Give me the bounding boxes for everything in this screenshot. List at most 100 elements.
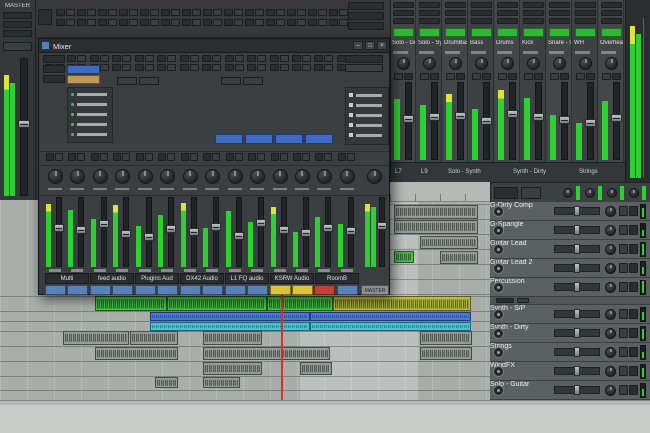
pan-knob[interactable] (605, 385, 616, 396)
volume-fader[interactable] (146, 197, 152, 267)
volume-fader-cap[interactable] (99, 220, 109, 228)
channel-chip[interactable] (213, 9, 222, 16)
channel-chip[interactable] (287, 9, 296, 16)
strip-mini-button[interactable] (91, 153, 99, 161)
volume-fader-cap[interactable] (301, 229, 311, 237)
strip-chip[interactable] (419, 18, 440, 24)
channel-tag[interactable] (247, 285, 268, 295)
pan-knob[interactable] (397, 57, 410, 70)
record-arm-button[interactable] (493, 328, 504, 339)
pan-knob[interactable] (205, 169, 220, 184)
volume-fader[interactable] (101, 197, 107, 267)
pan-knob[interactable] (605, 244, 616, 255)
solo-button[interactable] (534, 73, 543, 80)
pan-knob[interactable] (160, 169, 175, 184)
mute-button[interactable] (619, 385, 628, 395)
volume-slider-cap[interactable] (574, 244, 580, 254)
channel-chip[interactable] (270, 55, 279, 62)
channel-chip[interactable] (339, 9, 348, 16)
channel-chip[interactable] (108, 9, 117, 16)
channel-chip[interactable] (77, 9, 86, 16)
channel-chip[interactable] (302, 55, 311, 62)
mute-button[interactable] (619, 206, 628, 216)
pan-knob[interactable] (605, 347, 616, 358)
channel-chip[interactable] (119, 19, 128, 26)
channel-chip[interactable] (247, 64, 256, 71)
channel-chip[interactable] (314, 55, 323, 62)
fx-list-item[interactable] (77, 123, 107, 126)
channel-tag[interactable] (90, 285, 111, 295)
volume-slider-cap[interactable] (574, 385, 580, 395)
media-item[interactable] (310, 312, 471, 321)
volume-fader-cap[interactable] (234, 232, 244, 240)
pan-knob[interactable] (605, 57, 618, 70)
solo-button[interactable] (629, 309, 638, 319)
solo-button[interactable] (612, 73, 621, 80)
strip-mini-button[interactable] (271, 153, 279, 161)
pan-knob[interactable] (115, 169, 130, 184)
media-item[interactable] (440, 251, 478, 264)
channel-chip[interactable] (180, 55, 189, 62)
strip-mini-button[interactable] (77, 153, 85, 161)
minimize-button[interactable]: – (353, 41, 363, 50)
strip-chip[interactable] (419, 10, 440, 16)
strip-chip[interactable] (497, 18, 518, 24)
sub-chip[interactable] (521, 187, 541, 199)
volume-slider-cap[interactable] (574, 347, 580, 357)
strip-mini-button[interactable] (46, 153, 54, 161)
input-armed-indicator[interactable] (419, 28, 440, 37)
pan-knob[interactable] (605, 328, 616, 339)
channel-chip[interactable] (167, 64, 176, 71)
channel-chip[interactable] (324, 55, 333, 62)
volume-fader-cap[interactable] (585, 119, 596, 127)
volume-slider-cap[interactable] (574, 309, 580, 319)
solo-button[interactable] (629, 282, 638, 292)
volume-fader-cap[interactable] (559, 116, 570, 124)
channel-chip[interactable] (280, 64, 289, 71)
lane-chip[interactable] (496, 298, 514, 303)
strip-chip[interactable] (601, 10, 622, 16)
channel-chip[interactable] (266, 19, 275, 26)
channel-chip[interactable] (100, 55, 109, 62)
volume-slider-cap[interactable] (574, 225, 580, 235)
pan-knob[interactable] (228, 169, 243, 184)
param-chip[interactable] (117, 77, 137, 85)
solo-button[interactable] (586, 73, 595, 80)
pan-knob[interactable] (48, 169, 63, 184)
channel-chip[interactable] (112, 55, 121, 62)
channel-chip[interactable] (190, 64, 199, 71)
close-button[interactable]: × (377, 41, 387, 50)
solo-button[interactable] (629, 366, 638, 376)
channel-chip[interactable] (140, 9, 149, 16)
channel-chip[interactable] (98, 19, 107, 26)
master-chip[interactable] (43, 65, 65, 73)
pan-knob[interactable] (527, 57, 540, 70)
channel-chip[interactable] (157, 64, 166, 71)
channel-chip[interactable] (202, 55, 211, 62)
media-item[interactable] (150, 322, 310, 331)
channel-chip[interactable] (77, 19, 86, 26)
channel-chip[interactable] (270, 64, 279, 71)
strip-mini-button[interactable] (203, 153, 211, 161)
strip-chip[interactable] (445, 2, 466, 8)
mixer-titlebar[interactable]: Mixer – □ × (39, 39, 389, 53)
strip-chip[interactable] (523, 2, 544, 8)
channel-chip[interactable] (318, 9, 327, 16)
input-armed-indicator[interactable] (445, 28, 466, 37)
channel-chip[interactable] (180, 64, 189, 71)
send-chip[interactable] (245, 134, 273, 144)
mute-button[interactable] (619, 328, 628, 338)
channel-chip[interactable] (280, 55, 289, 62)
record-arm-button[interactable] (493, 263, 504, 274)
channel-chip[interactable] (129, 9, 138, 16)
media-item[interactable] (420, 331, 472, 345)
media-item[interactable] (167, 296, 267, 311)
channel-chip[interactable] (255, 19, 264, 26)
channel-tag[interactable] (225, 285, 246, 295)
master-button[interactable] (3, 21, 32, 28)
strip-mini-button[interactable] (248, 153, 256, 161)
channel-chip[interactable] (87, 9, 96, 16)
channel-chip[interactable] (348, 22, 384, 30)
pan-knob[interactable] (250, 169, 265, 184)
channel-chip[interactable] (308, 19, 317, 26)
